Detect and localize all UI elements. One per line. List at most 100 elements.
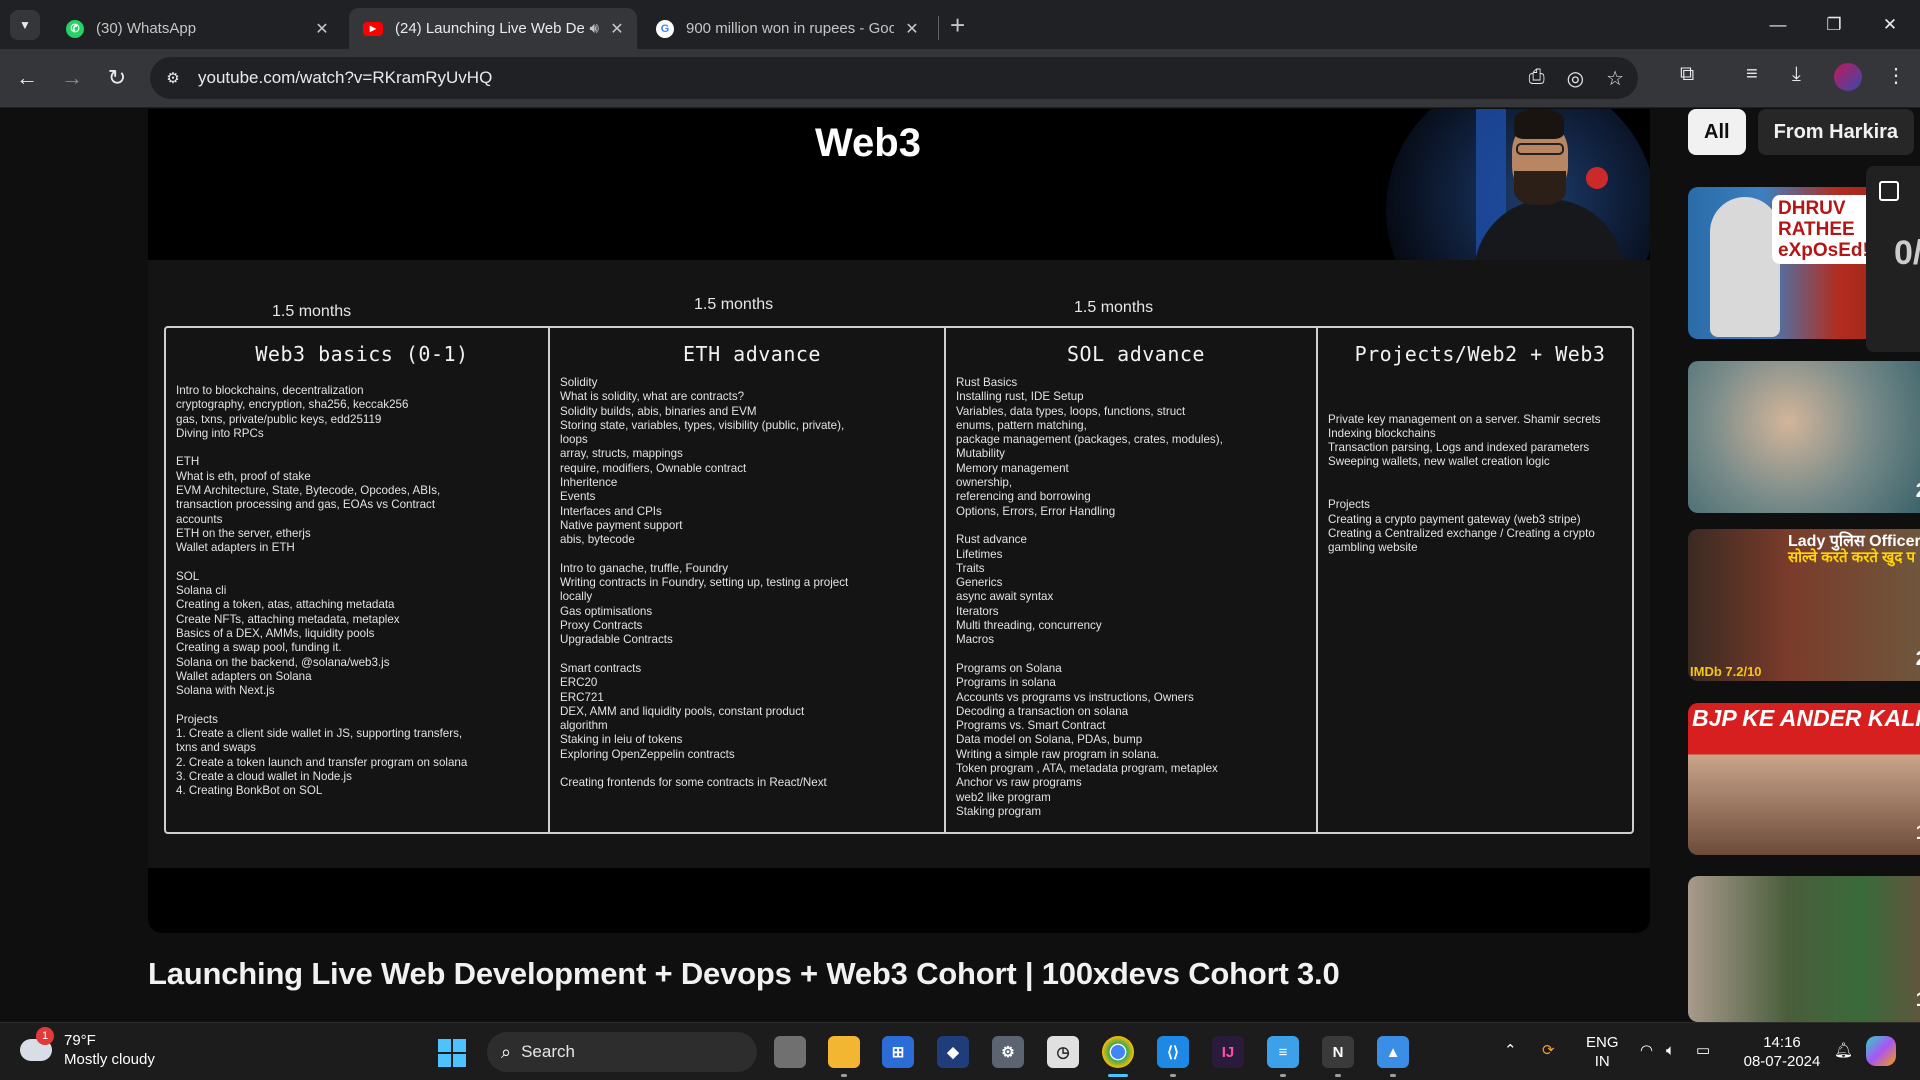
tab-separator — [938, 16, 939, 40]
duration-label: 1.5 months — [272, 303, 352, 320]
url-text[interactable]: youtube.com/watch?v=RKramRyUvHQ — [198, 68, 492, 88]
windows-taskbar: 1 79°F Mostly cloudy ⌕ Search ⊞ ◆ ⚙ ◷ ⟨⟩… — [0, 1022, 1920, 1080]
file-explorer-icon[interactable] — [828, 1036, 860, 1068]
install-app-icon[interactable]: ⎙ — [1529, 66, 1545, 91]
thumbnail-caption-secondary: सोल्वे करते करते खुद प — [1788, 549, 1915, 566]
tab-title: 900 million won in rupees - Goo — [686, 20, 894, 37]
vscode-icon[interactable]: ⟨⟩ — [1157, 1036, 1189, 1068]
column-heading: Web3 basics (0-1) — [255, 342, 469, 366]
notepad-icon[interactable]: ≡ — [1267, 1036, 1299, 1068]
new-tab-button[interactable]: + — [950, 10, 965, 40]
more-menu-icon[interactable]: ⋮ — [1886, 63, 1906, 88]
thumbnail-figure — [1710, 197, 1780, 337]
site-info-icon[interactable]: ⚙ — [158, 63, 188, 93]
tab-youtube[interactable]: ▶ (24) Launching Live Web De 🔊︎ ✕ — [349, 8, 637, 49]
taskbar-search[interactable]: ⌕ Search — [487, 1032, 757, 1072]
back-button[interactable]: ← — [10, 61, 44, 95]
column-body: Solidity What is solidity, what are cont… — [560, 376, 849, 790]
browser-tab-strip: ▼ ✆ (30) WhatsApp ✕ ▶ (24) Launching Liv… — [0, 0, 1920, 49]
wifi-icon[interactable]: ◠ — [1640, 1041, 1653, 1060]
expand-icon[interactable] — [1879, 181, 1899, 201]
recommendation-thumbnail[interactable]: Lady पुलिस Officer सोल्वे करते करते खुद … — [1688, 529, 1920, 681]
chrome-icon[interactable] — [1102, 1036, 1134, 1068]
reload-icon: ↻ — [107, 65, 127, 90]
recommendation-thumbnail[interactable]: BJP KE ANDER KALI 14 — [1688, 703, 1920, 855]
forward-button[interactable]: → — [55, 61, 89, 95]
column-web3-basics: Web3 basics (0-1) Intro to blockchains, … — [166, 328, 550, 832]
tab-whatsapp[interactable]: ✆ (30) WhatsApp ✕ — [52, 8, 342, 49]
column-body: Rust Basics Installing rust, IDE Setup V… — [956, 376, 1223, 818]
duration-label: 1.5 months — [694, 296, 774, 313]
download-icon[interactable]: ⤓ — [1792, 63, 1801, 86]
miniplayer-panel[interactable]: 0/ — [1866, 166, 1920, 352]
search-label: Search — [521, 1042, 575, 1061]
windows-logo-pane — [453, 1039, 466, 1052]
tracking-protection-icon[interactable]: ◎ — [1567, 66, 1584, 91]
youtube-icon: ▶ — [363, 21, 383, 36]
open-indicator — [841, 1074, 847, 1077]
speaker-icon[interactable]: 🔊︎ — [590, 20, 599, 37]
notification-bell-icon[interactable]: 🔔︎ — [1834, 1041, 1853, 1060]
intellij-icon[interactable]: IJ — [1212, 1036, 1244, 1068]
minimize-button[interactable]: — — [1750, 0, 1806, 49]
profile-avatar[interactable] — [1834, 63, 1862, 91]
language-code: ENG — [1586, 1034, 1619, 1051]
tab-title: (30) WhatsApp — [96, 20, 197, 37]
thumbnail-caption: BJP KE ANDER KALI — [1692, 705, 1920, 731]
video-title: Launching Live Web Development + Devops … — [148, 956, 1340, 991]
tab-search-button[interactable]: ▼ — [10, 10, 40, 40]
region-code: IN — [1594, 1053, 1610, 1070]
open-indicator — [1335, 1074, 1341, 1077]
column-eth-advance: ETH advance Solidity What is solidity, w… — [550, 328, 946, 832]
clock[interactable]: 14:16 08-07-2024 — [1737, 1033, 1827, 1071]
photos-icon[interactable]: ▲ — [1377, 1036, 1409, 1068]
close-icon[interactable]: ✕ — [607, 19, 627, 39]
search-icon: ⌕ — [501, 1041, 512, 1062]
column-body: Private key management on a server. Sham… — [1328, 412, 1601, 555]
restore-button[interactable]: ❐ — [1806, 0, 1862, 49]
video-duration: 15 — [1916, 989, 1920, 1012]
close-icon[interactable]: ✕ — [312, 19, 332, 39]
notion-icon[interactable]: N — [1322, 1036, 1354, 1068]
chip-all[interactable]: All — [1688, 109, 1746, 155]
address-bar[interactable]: ⚙ youtube.com/watch?v=RKramRyUvHQ ⎙ ◎ ☆ — [150, 57, 1638, 99]
recommendation-thumbnail[interactable]: 28 — [1688, 361, 1920, 513]
start-button[interactable] — [438, 1039, 466, 1067]
tab-title: (24) Launching Live Web De — [395, 20, 584, 37]
show-hidden-icons-chevron-up-icon[interactable]: ⌃ — [1504, 1041, 1517, 1060]
tab-google[interactable]: G 900 million won in rupees - Goo ✕ — [642, 8, 932, 49]
task-view-icon[interactable] — [774, 1036, 806, 1068]
presenter-hair — [1514, 109, 1564, 139]
copilot-icon[interactable] — [1866, 1036, 1896, 1066]
sync-icon[interactable]: ⟳ — [1542, 1041, 1555, 1060]
whatsapp-icon: ✆ — [66, 19, 84, 38]
active-indicator — [1108, 1074, 1128, 1077]
clock-app-icon[interactable]: ◷ — [1047, 1036, 1079, 1068]
weather-widget[interactable]: 1 79°F Mostly cloudy — [20, 1027, 155, 1069]
miniplayer-time: 0/ — [1894, 234, 1920, 272]
background-object — [1586, 167, 1608, 189]
defender-icon[interactable]: ◆ — [937, 1036, 969, 1068]
reload-button[interactable]: ↻ — [100, 61, 134, 95]
recommendation-thumbnail[interactable]: 15 — [1688, 876, 1920, 1022]
column-projects: Projects/Web2 + Web3 Private key managem… — [1318, 328, 1632, 832]
bookmark-star-icon[interactable]: ☆ — [1606, 66, 1624, 91]
window-close-button[interactable]: ✕ — [1862, 0, 1918, 49]
video-duration: 21 — [1916, 648, 1920, 671]
video-player[interactable]: Web3 1.5 months 1.5 months 1.5 months We… — [148, 109, 1650, 933]
microsoft-store-icon[interactable]: ⊞ — [882, 1036, 914, 1068]
battery-icon[interactable]: ▭ — [1696, 1041, 1710, 1060]
chevron-down-icon: ▼ — [19, 18, 31, 32]
time-text: 14:16 — [1763, 1034, 1801, 1051]
arrow-left-icon: ← — [16, 65, 38, 90]
volume-icon[interactable]: 🔈︎ — [1666, 1041, 1675, 1060]
media-controls-icon[interactable]: ≡ — [1746, 63, 1758, 86]
close-icon[interactable]: ✕ — [902, 19, 922, 39]
curriculum-table: Web3 basics (0-1) Intro to blockchains, … — [164, 326, 1634, 834]
extensions-icon[interactable]: ⧉ — [1680, 63, 1694, 86]
chip-from-channel[interactable]: From Harkira — [1757, 109, 1915, 155]
windows-logo-pane — [453, 1054, 466, 1067]
caption-text: DHRUV RATHEE eXpOsEd! — [1778, 198, 1869, 261]
settings-icon[interactable]: ⚙ — [992, 1036, 1024, 1068]
language-indicator[interactable]: ENG IN — [1586, 1033, 1619, 1071]
